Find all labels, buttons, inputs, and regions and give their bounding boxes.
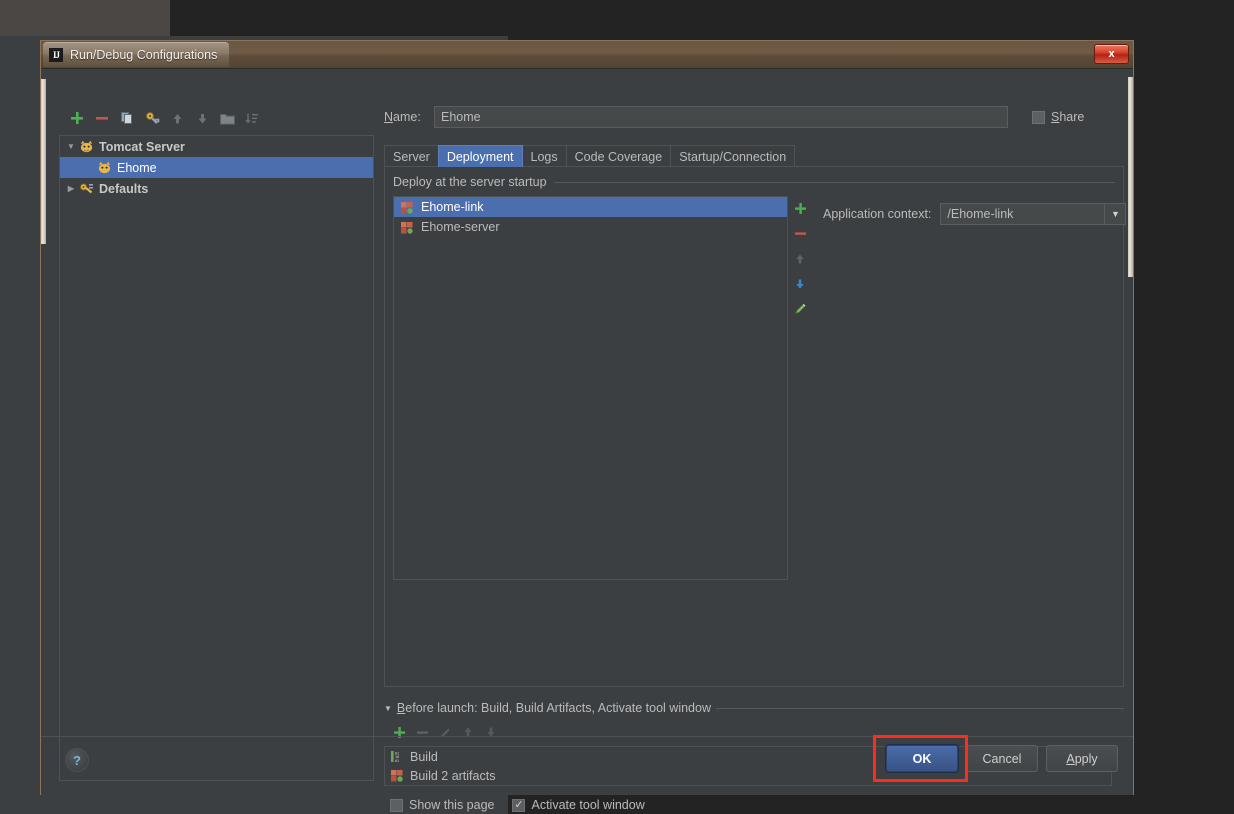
- tab-startup-connection[interactable]: Startup/Connection: [670, 145, 796, 167]
- intellij-logo-icon: IJ: [49, 47, 63, 62]
- configurations-tree[interactable]: ▼ Tomcat Server Ehome ▶ Defaults: [59, 135, 374, 781]
- configurations-toolbar: [59, 105, 374, 131]
- activate-tool-window-label: Activate tool window: [531, 798, 645, 812]
- tab-logs[interactable]: Logs: [521, 145, 567, 167]
- cancel-button[interactable]: Cancel: [966, 745, 1038, 772]
- folder-icon[interactable]: [216, 107, 238, 129]
- dialog-button-row: OK Cancel Apply: [886, 745, 1118, 772]
- edit-artifact-icon[interactable]: [791, 296, 809, 321]
- deployment-tab-panel: Deploy at the server startup Ehome-link …: [384, 166, 1127, 687]
- deploy-section-header: Deploy at the server startup: [393, 175, 1115, 189]
- desktop-light-region: [0, 0, 170, 36]
- application-context-row: Application context: /Ehome-link ▼: [823, 203, 1127, 225]
- move-up-icon[interactable]: [791, 246, 809, 271]
- move-down-icon[interactable]: [791, 271, 809, 296]
- tab-server[interactable]: Server: [384, 145, 439, 167]
- name-row: Name: Share: [384, 105, 1124, 129]
- right-scrollbar-thumb[interactable]: [1128, 77, 1133, 277]
- artifact-icon: [399, 200, 415, 214]
- move-up-icon[interactable]: [166, 107, 188, 129]
- tree-item-defaults[interactable]: ▶ Defaults: [60, 178, 373, 199]
- tomcat-icon: [78, 139, 95, 154]
- tree-item-tomcat-server[interactable]: ▼ Tomcat Server: [60, 136, 373, 157]
- left-scrollbar-thumb[interactable]: [41, 79, 46, 244]
- configurations-tree-panel: ▼ Tomcat Server Ehome ▶ Defaults: [59, 105, 374, 781]
- show-this-page-checkbox-box[interactable]: [390, 798, 403, 812]
- before-launch-options: Show this page ✓ Activate tool window: [384, 798, 1124, 812]
- share-checkbox[interactable]: Share: [1032, 110, 1124, 124]
- copy-icon[interactable]: [116, 107, 138, 129]
- tree-item-label: Ehome: [117, 160, 157, 175]
- ok-button[interactable]: OK: [886, 745, 958, 772]
- activate-tool-window-checkbox[interactable]: ✓ Activate tool window: [512, 798, 645, 812]
- artifact-icon: [399, 220, 415, 234]
- move-down-icon[interactable]: [191, 107, 213, 129]
- show-this-page-label: Show this page: [409, 798, 495, 812]
- before-launch-title: Before launch: Build, Build Artifacts, A…: [396, 701, 711, 715]
- tab-code-coverage[interactable]: Code Coverage: [565, 145, 672, 167]
- sort-icon[interactable]: [241, 107, 263, 129]
- run-debug-configurations-dialog: IJ Run/Debug Configurations x ▼ Tomcat S…: [40, 40, 1134, 812]
- tree-item-ehome[interactable]: Ehome: [60, 157, 373, 178]
- show-this-page-checkbox[interactable]: Show this page: [390, 798, 494, 812]
- deployment-item-label: Ehome-link: [421, 200, 484, 214]
- application-context-value: /Ehome-link: [947, 207, 1014, 221]
- deploy-section-title: Deploy at the server startup: [393, 175, 547, 189]
- tomcat-icon: [96, 160, 113, 175]
- application-context-combobox[interactable]: /Ehome-link ▼: [940, 203, 1127, 225]
- section-divider: [553, 181, 1115, 183]
- defaults-icon: [78, 181, 95, 196]
- deployment-list-toolbar: [791, 196, 809, 321]
- chevron-right-icon[interactable]: ▶: [64, 184, 78, 193]
- dialog-footer: ? OK Cancel Apply: [41, 736, 1133, 795]
- help-icon[interactable]: ?: [65, 748, 89, 772]
- name-input[interactable]: [434, 106, 1008, 128]
- apply-button[interactable]: Apply: [1046, 745, 1118, 772]
- activate-tool-window-checkbox-box[interactable]: ✓: [512, 798, 526, 812]
- before-launch-header: ▼ Before launch: Build, Build Artifacts,…: [384, 700, 1124, 716]
- window-title: Run/Debug Configurations: [70, 47, 218, 62]
- right-scrollbar[interactable]: [1128, 69, 1133, 795]
- deployment-item-label: Ehome-server: [421, 220, 500, 234]
- add-icon[interactable]: [66, 107, 88, 129]
- section-divider: [716, 707, 1124, 709]
- chevron-down-icon[interactable]: ▼: [64, 142, 78, 151]
- dialog-body: ▼ Tomcat Server Ehome ▶ Defaults Name: E…: [41, 69, 1133, 812]
- left-scrollbar[interactable]: [41, 69, 46, 795]
- share-label: Share: [1051, 110, 1085, 124]
- deployment-list-item[interactable]: Ehome-server: [394, 217, 787, 237]
- tree-item-label: Tomcat Server: [99, 139, 185, 154]
- chevron-down-icon[interactable]: ▼: [1104, 204, 1125, 224]
- edit-defaults-icon[interactable]: [141, 107, 163, 129]
- name-label: Name:: [384, 110, 421, 124]
- application-context-label: Application context:: [823, 207, 932, 221]
- title-tab: IJ Run/Debug Configurations: [43, 42, 230, 67]
- deployment-artifacts-list[interactable]: Ehome-link Ehome-server: [393, 196, 788, 580]
- chevron-down-icon[interactable]: ▼: [384, 704, 392, 713]
- share-checkbox-box[interactable]: [1032, 110, 1045, 124]
- tree-item-label: Defaults: [99, 181, 149, 196]
- deployment-list-item[interactable]: Ehome-link: [394, 197, 787, 217]
- remove-icon[interactable]: [91, 107, 113, 129]
- dialog-titlebar: IJ Run/Debug Configurations x: [41, 41, 1133, 69]
- add-artifact-icon[interactable]: [791, 196, 809, 221]
- remove-artifact-icon[interactable]: [791, 221, 809, 246]
- close-icon[interactable]: x: [1094, 44, 1129, 64]
- editor-tabs: Server Deployment Logs Code Coverage Sta…: [384, 145, 796, 167]
- configuration-editor-panel: Name: Share Server Deployment Logs Code …: [384, 105, 1127, 812]
- tab-deployment[interactable]: Deployment: [437, 145, 523, 167]
